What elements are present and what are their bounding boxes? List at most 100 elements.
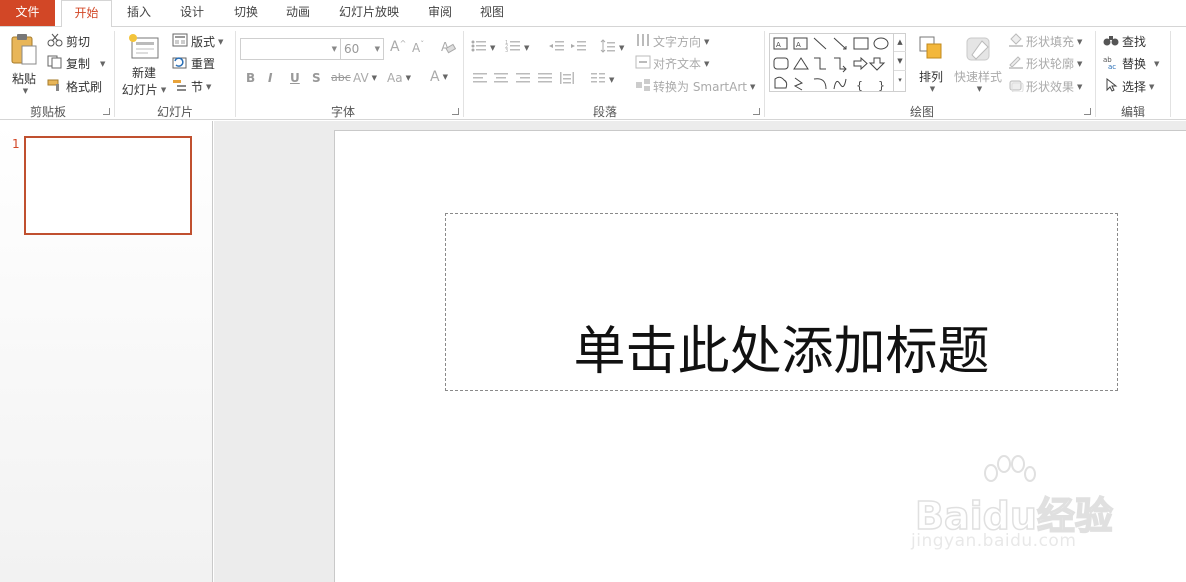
tab-animations[interactable]: 动画 [276,0,320,26]
paste-label: 粘贴 [11,72,36,86]
find-button[interactable]: 查找 [1103,33,1146,50]
strikethrough-button[interactable]: abc [331,71,351,84]
quick-styles-button[interactable]: 快速样式 ▼ [952,33,1004,93]
distributed-button[interactable] [559,71,575,88]
align-center-icon [493,71,509,88]
select-dropdown-icon[interactable]: ▼ [1149,83,1154,91]
grow-font-button[interactable]: A ^ [390,39,406,56]
tab-insert[interactable]: 插入 [117,0,161,26]
drawing-launcher-icon[interactable] [1084,108,1091,115]
clipboard-launcher-icon[interactable] [103,108,110,115]
shapes-gallery[interactable]: A A { } ▲ ▼ ▾ [769,33,906,92]
arrange-button[interactable]: 排列 ▼ [913,33,949,93]
slide-thumbnail[interactable] [24,136,192,235]
columns-dropdown-icon[interactable]: ▼ [609,76,614,84]
decrease-indent-button[interactable] [548,39,564,56]
tab-transitions[interactable]: 切换 [224,0,268,26]
clear-formatting-button[interactable]: A [440,39,457,58]
bullets-button[interactable]: ▼ [471,39,495,56]
convert-smartart-button[interactable]: 转换为 SmartArt ▼ [635,78,755,95]
section-label: 节 [191,80,204,94]
font-size-combobox[interactable]: 60 ▼ [340,38,384,60]
text-direction-button[interactable]: 文字方向 ▼ [635,33,709,50]
character-spacing-dropdown-icon[interactable]: ▼ [372,74,377,82]
numbering-dropdown-icon[interactable]: ▼ [524,44,529,52]
shape-outline-dropdown-icon[interactable]: ▼ [1077,60,1082,68]
align-center-button[interactable] [493,71,509,88]
paste-button[interactable]: 粘贴 ▼ [7,33,41,95]
copy-dropdown-icon[interactable]: ▼ [100,60,105,68]
title-placeholder[interactable]: 单击此处添加标题 [445,213,1118,391]
numbering-button[interactable]: 1 2 3 ▼ [505,39,529,56]
paragraph-launcher-icon[interactable] [753,108,760,115]
section-dropdown-icon[interactable]: ▼ [206,83,211,91]
shape-outline-button[interactable]: 形状轮廓 ▼ [1008,55,1082,72]
columns-icon [590,71,606,88]
shape-effects-button[interactable]: 形状效果 ▼ [1008,78,1082,95]
layout-icon [172,33,188,50]
shape-fill-dropdown-icon[interactable]: ▼ [1077,38,1082,46]
gallery-scrollbar[interactable]: ▲ ▼ ▾ [893,33,906,92]
change-case-button[interactable]: Aa ▼ [387,71,411,85]
quick-styles-dropdown-icon[interactable]: ▼ [977,85,982,93]
increase-indent-button[interactable] [570,39,586,56]
new-slide-button[interactable]: 新建 幻灯片 ▼ [120,33,168,98]
font-name-combobox[interactable]: ▼ [240,38,341,60]
reset-button[interactable]: 重置 [172,55,215,72]
paste-dropdown-icon[interactable]: ▼ [23,87,28,95]
tab-review[interactable]: 审阅 [418,0,462,26]
cut-button[interactable]: 剪切 [47,33,90,50]
replace-button[interactable]: ab ac 替换 ▼ [1103,55,1159,72]
arrange-dropdown-icon[interactable]: ▼ [930,85,935,93]
line-spacing-button[interactable]: ▼ [600,39,624,56]
text-direction-dropdown-icon[interactable]: ▼ [704,38,709,46]
shape-effects-dropdown-icon[interactable]: ▼ [1077,83,1082,91]
align-text-dropdown-icon[interactable]: ▼ [704,60,709,68]
font-color-button[interactable]: A ▼ [430,69,448,85]
align-right-button[interactable] [515,71,531,88]
bold-button[interactable]: B [246,71,255,85]
convert-smartart-dropdown-icon[interactable]: ▼ [750,83,755,91]
align-left-button[interactable] [472,71,488,88]
new-slide-dropdown-icon[interactable]: ▼ [161,86,166,94]
text-shadow-button[interactable]: S [312,71,321,85]
tab-design[interactable]: 设计 [170,0,214,26]
change-case-dropdown-icon[interactable]: ▼ [406,74,411,82]
copy-icon [47,55,63,72]
layout-dropdown-icon[interactable]: ▼ [218,38,223,46]
select-button[interactable]: 选择 ▼ [1103,77,1154,95]
font-launcher-icon[interactable] [452,108,459,115]
italic-button[interactable]: I [268,71,272,85]
justify-button[interactable] [537,71,553,88]
align-text-button[interactable]: 对齐文本 ▼ [635,55,709,72]
align-right-icon [515,71,531,88]
columns-button[interactable]: ▼ [590,71,614,88]
gallery-scroll-down-icon[interactable]: ▼ [894,52,906,71]
tab-file[interactable]: 文件 [0,0,55,26]
tab-home[interactable]: 开始 [61,0,112,27]
bullets-dropdown-icon[interactable]: ▼ [490,44,495,52]
character-spacing-button[interactable]: AV ▼ [353,71,377,85]
quick-styles-label: 快速样式 [953,70,1002,84]
tab-slideshow[interactable]: 幻灯片放映 [332,0,406,26]
ribbon-tab-bar: 文件 开始 插入 设计 切换 动画 幻灯片放映 审阅 视图 [0,0,1186,27]
font-color-dropdown-icon[interactable]: ▼ [443,73,448,81]
shrink-font-button[interactable]: Aˇ [412,40,424,56]
layout-button[interactable]: 版式 ▼ [172,33,223,50]
copy-button[interactable]: 复制 ▼ [47,55,105,72]
replace-dropdown-icon[interactable]: ▼ [1154,60,1159,68]
group-divider [764,31,765,117]
underline-button[interactable]: U [290,71,300,85]
format-painter-button[interactable]: 格式刷 [47,78,102,95]
line-spacing-dropdown-icon[interactable]: ▼ [619,44,624,52]
arrange-icon [917,33,945,68]
editing-group-label: 编辑 [1120,105,1145,119]
font-size-dropdown-icon[interactable]: ▼ [375,39,380,59]
gallery-more-icon[interactable]: ▾ [894,71,906,90]
shape-fill-button[interactable]: 形状填充 ▼ [1008,33,1082,50]
font-name-dropdown-icon[interactable]: ▼ [332,39,337,59]
tab-view[interactable]: 视图 [470,0,514,26]
gallery-scroll-up-icon[interactable]: ▲ [894,33,906,52]
title-placeholder-text: 单击此处添加标题 [573,322,990,382]
section-button[interactable]: 节 ▼ [172,78,211,95]
